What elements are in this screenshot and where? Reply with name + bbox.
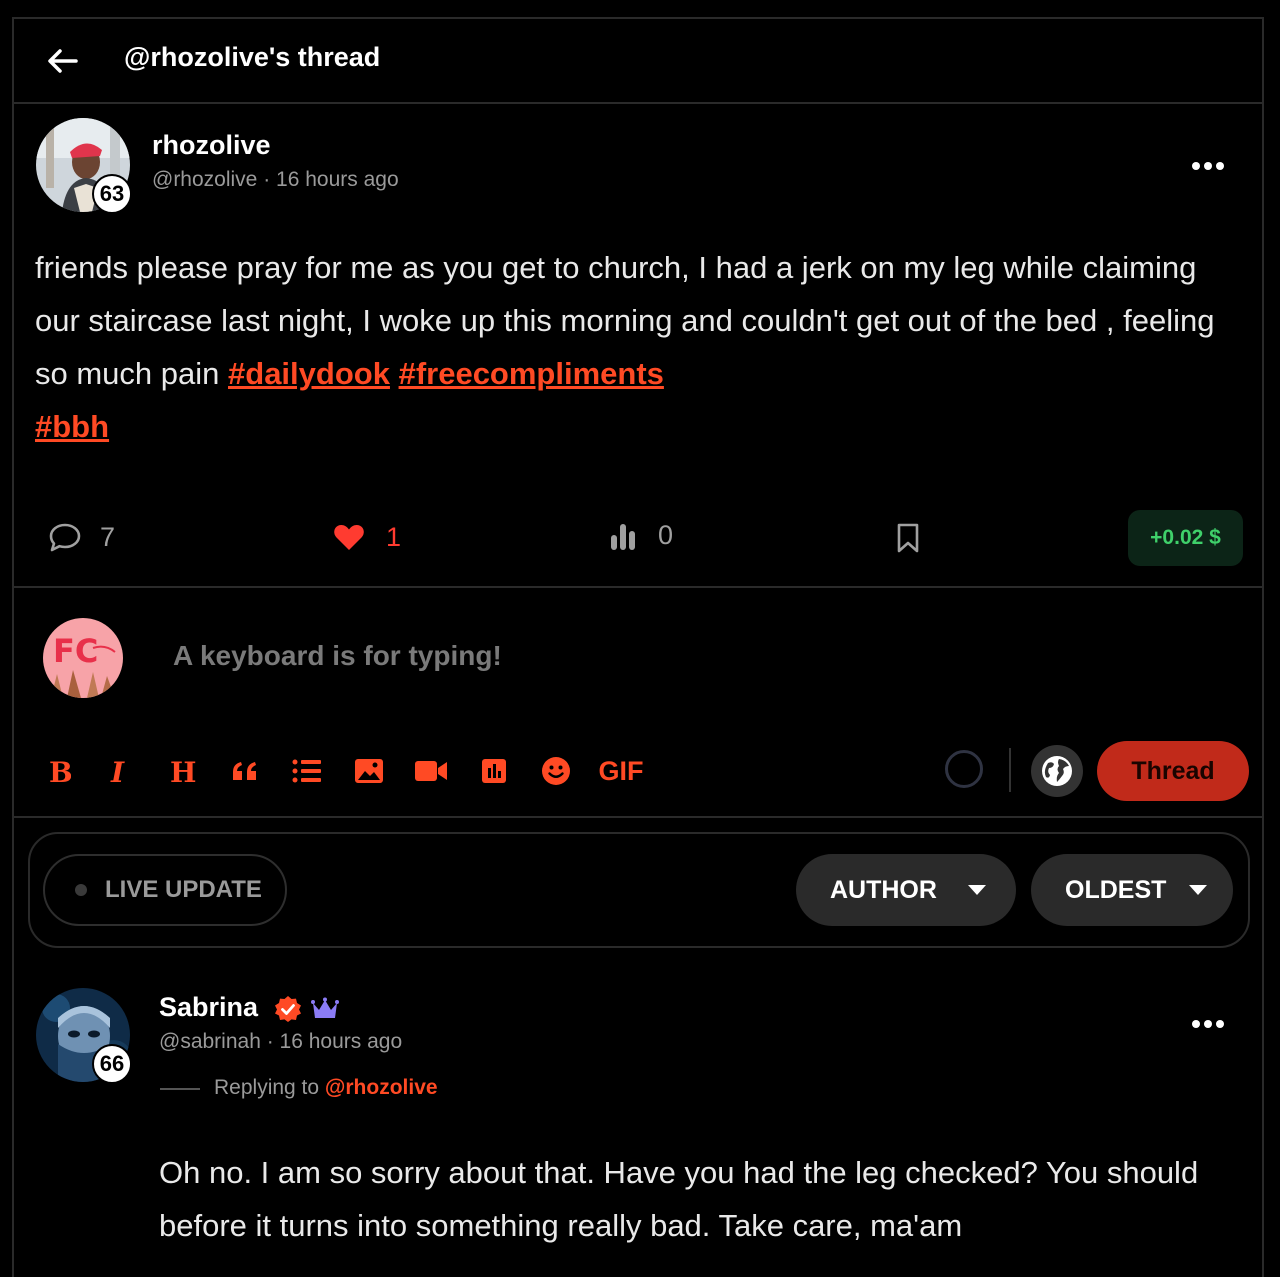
image-button[interactable] — [352, 754, 386, 788]
svg-text:FC: FC — [53, 632, 98, 670]
likes-count: 1 — [386, 521, 402, 552]
separator-dot: · — [266, 1030, 280, 1053]
divider — [12, 586, 1264, 588]
poll-icon — [482, 759, 506, 783]
comments-count: 7 — [100, 521, 116, 552]
heading-icon: H — [170, 757, 196, 785]
thread-submit-button[interactable]: Thread — [1097, 741, 1249, 801]
comment-author-name[interactable]: Sabrina — [159, 992, 258, 1023]
quote-icon — [233, 762, 256, 780]
comment-body: Oh no. I am so sorry about that. Have yo… — [159, 1155, 1199, 1243]
reply-connector — [160, 1088, 200, 1090]
divider — [12, 816, 1264, 818]
separator-dot: · — [263, 168, 277, 191]
smiley-icon — [542, 757, 570, 785]
video-button[interactable] — [414, 754, 448, 788]
hashtag-link[interactable]: #dailydook — [228, 356, 390, 391]
sort-order-dropdown[interactable]: OLDEST — [1031, 854, 1233, 926]
comment-time[interactable]: 16 hours ago — [280, 1030, 403, 1053]
comment-icon — [49, 523, 81, 552]
divider — [1009, 748, 1011, 792]
more-options-icon[interactable] — [1190, 1018, 1226, 1030]
list-icon — [292, 759, 321, 783]
svg-text:I: I — [110, 757, 125, 785]
caret-down-icon — [967, 885, 986, 895]
svg-text:H: H — [170, 757, 196, 785]
page-title: @rhozolive's thread — [124, 42, 381, 72]
image-icon — [355, 759, 383, 783]
svg-text:B: B — [49, 757, 71, 785]
author-filter-dropdown[interactable]: AUTHOR — [796, 854, 1016, 926]
current-user-avatar[interactable]: FC — [43, 618, 123, 698]
live-update-toggle[interactable]: LIVE UPDATE — [43, 854, 287, 926]
comment-meta: @sabrinah · 16 hours ago — [159, 1030, 402, 1054]
video-camera-icon — [415, 761, 447, 781]
live-status-dot — [75, 884, 87, 896]
bar-chart-icon — [611, 523, 635, 550]
views-indicator: 0 — [610, 520, 673, 551]
live-update-label: LIVE UPDATE — [105, 876, 262, 903]
composer-input[interactable]: A keyboard is for typing! — [173, 640, 502, 672]
post-meta: @rhozolive · 16 hours ago — [152, 168, 399, 192]
author-name[interactable]: rhozolive — [152, 130, 271, 161]
poll-button[interactable] — [477, 754, 511, 788]
replying-prefix: Replying to — [214, 1076, 320, 1099]
hashtag-link[interactable]: #freecompliments — [399, 356, 664, 391]
heart-icon — [334, 525, 364, 550]
italic-button[interactable]: I — [103, 754, 137, 788]
reputation-badge: 66 — [92, 1044, 132, 1084]
views-count: 0 — [658, 520, 674, 550]
caret-down-icon — [1189, 885, 1208, 895]
bookmark-icon[interactable] — [895, 522, 921, 554]
comments-button[interactable]: 7 — [48, 520, 115, 554]
character-counter-ring — [945, 750, 983, 788]
list-button[interactable] — [290, 754, 324, 788]
quote-button[interactable] — [228, 754, 262, 788]
verified-badge-icon — [275, 996, 301, 1022]
post-body: friends please pray for me as you get to… — [35, 241, 1235, 453]
replying-to: Replying to @rhozolive — [214, 1076, 438, 1100]
italic-icon: I — [110, 757, 125, 785]
author-filter-label: AUTHOR — [830, 875, 937, 904]
author-handle[interactable]: @rhozolive — [152, 168, 257, 191]
heading-button[interactable]: H — [166, 754, 200, 788]
reward-badge[interactable]: +0.02 $ — [1128, 510, 1243, 566]
gif-button[interactable]: GIF — [596, 754, 646, 788]
bold-icon: B — [49, 757, 71, 785]
divider — [12, 102, 1264, 104]
emoji-button[interactable] — [539, 754, 573, 788]
post-time[interactable]: 16 hours ago — [276, 168, 399, 191]
back-arrow-icon[interactable] — [46, 44, 80, 78]
language-button[interactable] — [1031, 745, 1083, 797]
comment-author-handle[interactable]: @sabrinah — [159, 1030, 261, 1053]
bold-button[interactable]: B — [42, 754, 76, 788]
globe-icon — [1042, 756, 1072, 786]
replying-to-handle[interactable]: @rhozolive — [325, 1076, 438, 1099]
reputation-badge: 63 — [92, 174, 132, 214]
hashtag-link[interactable]: #bbh — [35, 409, 109, 444]
more-options-icon[interactable] — [1190, 160, 1226, 172]
crown-icon — [311, 997, 339, 1018]
like-button[interactable]: 1 — [332, 520, 401, 554]
sort-order-label: OLDEST — [1065, 875, 1167, 904]
